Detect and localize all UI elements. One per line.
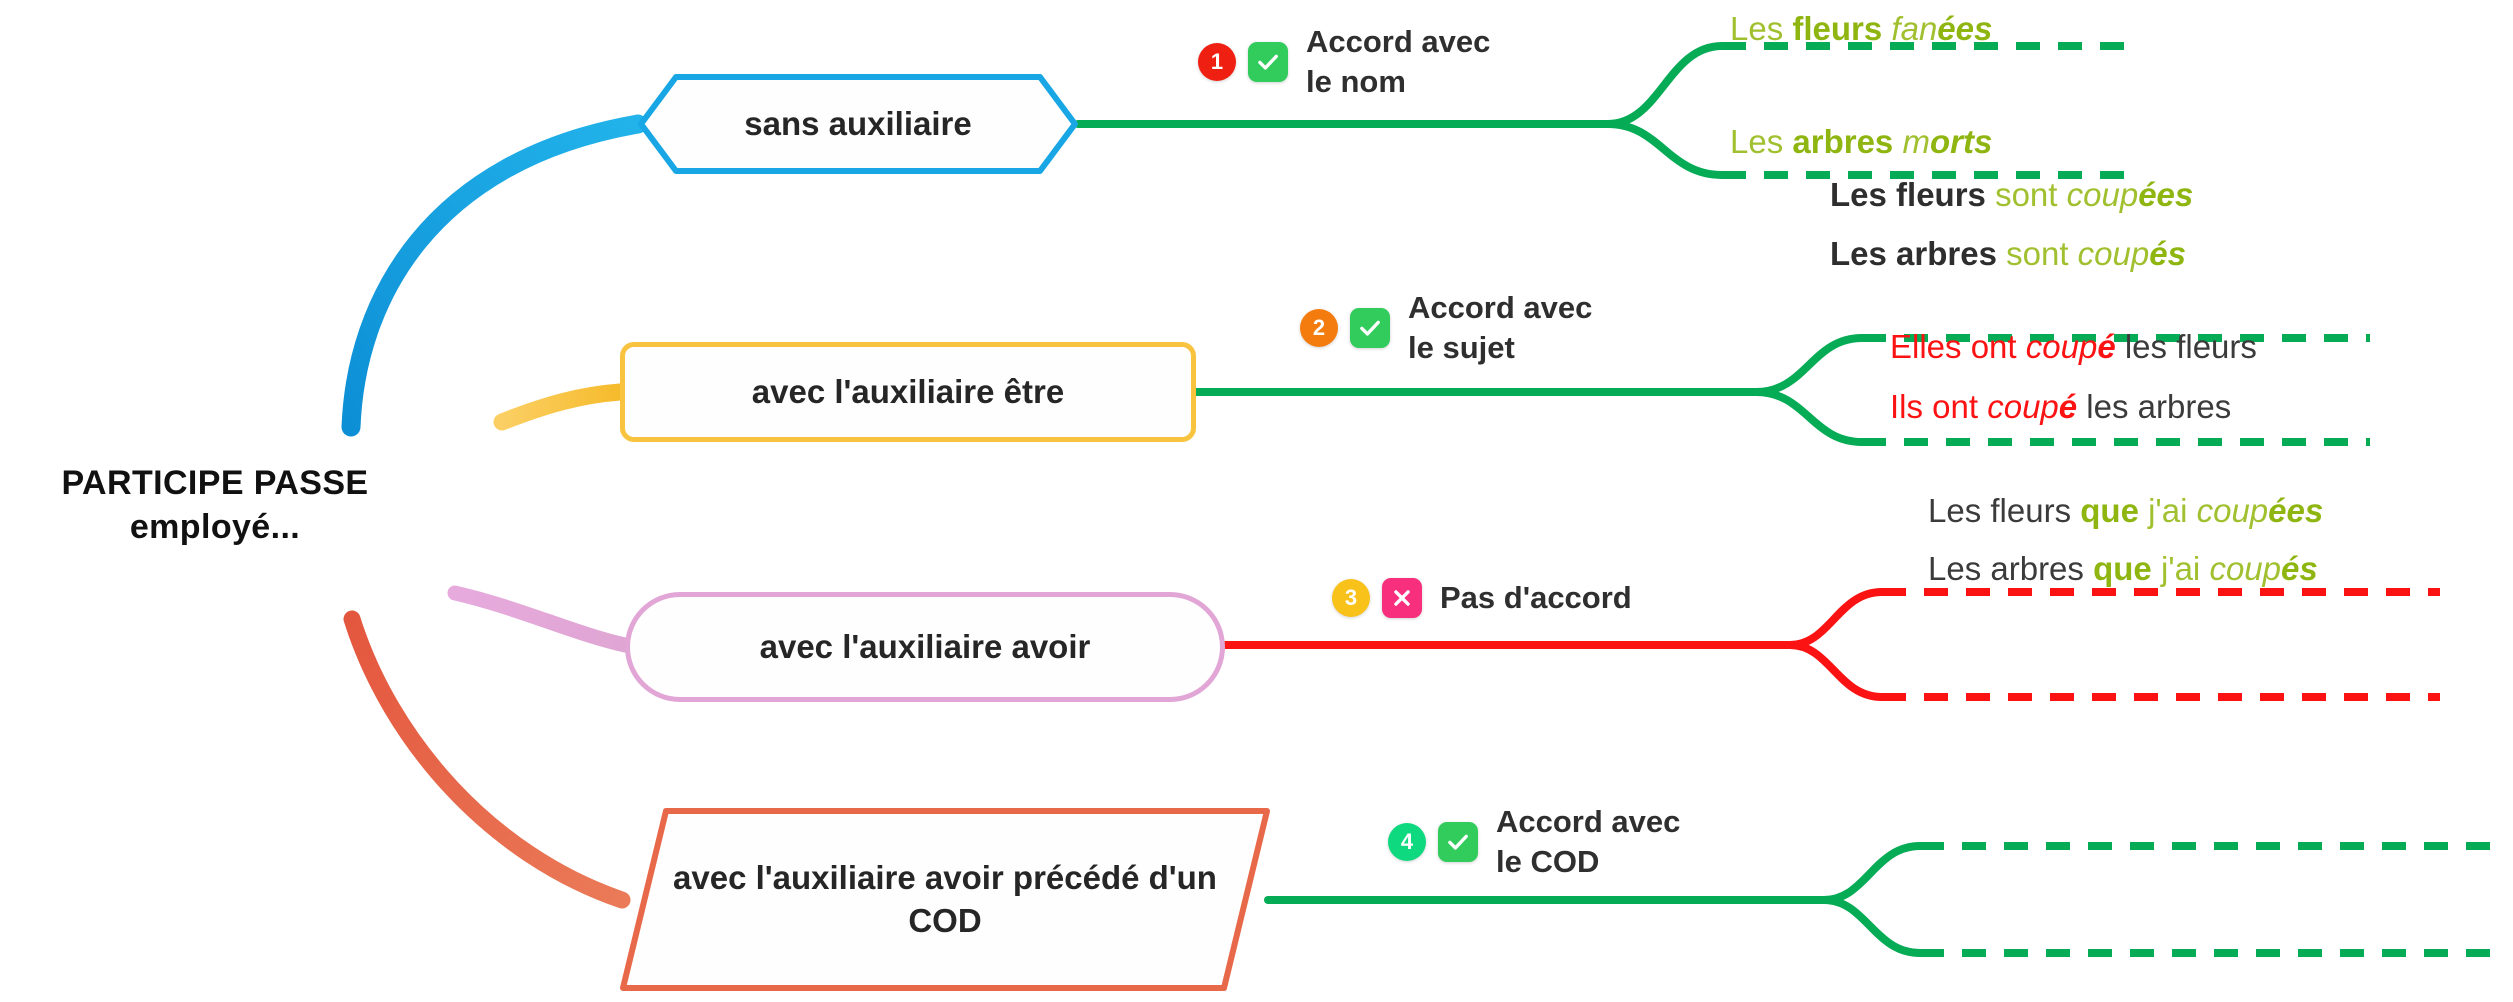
mindmap-canvas: PARTICIPE PASSE employé... sans auxiliai… — [0, 0, 2513, 1002]
example-fragment: é — [2097, 328, 2116, 365]
example-fragment: les fleurs — [2115, 328, 2257, 365]
branch-node-auxiliaire-avoir[interactable]: avec l'auxiliaire avoir — [625, 592, 1225, 702]
example-text: Elles ont coupé les fleurs — [1890, 330, 2257, 363]
example-text: Les arbres que j'ai coupés — [1928, 552, 2318, 585]
root-title-line2: employé... — [129, 507, 301, 546]
badge-number-1: 1 — [1198, 42, 1236, 81]
example-fragment: és — [2149, 235, 2186, 272]
example-fragment: j'ai — [2148, 492, 2197, 529]
rule-caption: Accord avec le COD — [1496, 804, 1681, 879]
badge-number-4: 4 — [1388, 822, 1426, 861]
branch-node-auxiliaire-avoir-cod[interactable]: avec l'auxiliaire avoir précédé d'un COD — [620, 808, 1270, 991]
example-fragment: coup — [2066, 176, 2139, 213]
branch-node-label: avec l'auxiliaire être — [751, 372, 1065, 410]
branch-node-label: sans auxiliaire — [744, 104, 972, 142]
example-fragment: fan — [1891, 10, 1938, 47]
example-fragment: coup — [1987, 388, 2059, 425]
example-fragment: é — [2058, 388, 2078, 425]
example-fragment: ées — [2138, 176, 2194, 213]
root-title-line1: PARTICIPE PASSE — [61, 464, 369, 502]
example-fragment: ées — [1937, 10, 1993, 47]
example-fragment: sont — [2006, 235, 2078, 272]
example-fragment: que — [2093, 550, 2161, 587]
example-text: Les fleurs sont coupées — [1830, 178, 2193, 211]
branch-node-label: avec l'auxiliaire avoir précédé d'un COD — [673, 858, 1217, 939]
example-text: Les fleurs fanées — [1730, 12, 1992, 45]
check-icon — [1438, 821, 1478, 862]
branch-node-auxiliaire-etre[interactable]: avec l'auxiliaire être — [620, 342, 1196, 442]
check-icon — [1248, 41, 1288, 82]
example-fragment: Les — [1730, 10, 1793, 47]
root-limb-branch2 — [493, 383, 629, 431]
rule-group-2: 2 Accord avec le sujet — [1300, 288, 1592, 367]
example-fragment: Les — [1730, 123, 1793, 160]
example-fragment: Ils ont — [1890, 388, 1988, 425]
example-fragment: coup — [2209, 550, 2281, 587]
example-fragment: j'ai — [2160, 550, 2210, 587]
example-fragment: fleurs — [1792, 10, 1892, 47]
root-limb-branch4 — [343, 610, 631, 909]
branch-node-sans-auxiliaire[interactable]: sans auxiliaire — [638, 74, 1078, 174]
example-fragment: que — [2080, 492, 2149, 529]
example-fragment: les arbres — [2077, 388, 2232, 425]
branch-node-label: avec l'auxiliaire avoir — [759, 627, 1091, 665]
root-limb-branch3 — [447, 585, 633, 653]
example-text: Les arbres sont coupés — [1830, 237, 2186, 270]
check-icon — [1350, 307, 1390, 348]
example-text: Les fleurs que j'ai coupées — [1928, 494, 2323, 527]
example-fragment: coup — [2077, 235, 2150, 272]
example-text: Les arbres morts — [1730, 125, 1992, 158]
example-fragment: coup — [2025, 328, 2098, 365]
example-fragment: Elles ont — [1890, 328, 2026, 365]
rule-group-3: 3 Pas d'accord — [1332, 578, 1632, 618]
example-fragment: m — [1902, 123, 1930, 160]
example-fragment: sont — [1995, 176, 2067, 213]
rule-caption: Accord avec le nom — [1306, 24, 1491, 99]
badge-number-3: 3 — [1332, 579, 1370, 617]
example-fragment: és — [2281, 550, 2318, 587]
rule-group-4: 4 Accord avec le COD — [1388, 802, 1680, 881]
example-fragment: arbres — [1792, 123, 1903, 160]
root-limb-branch1 — [341, 114, 648, 437]
rule-group-1: 1 Accord avec le nom — [1198, 22, 1490, 101]
example-fragment: Les arbres — [1928, 550, 2094, 587]
rule-caption: Pas d'accord — [1440, 580, 1632, 616]
example-text: Ils ont coupé les arbres — [1890, 390, 2231, 423]
example-fragment: Les fleurs — [1928, 492, 2081, 529]
example-fragment: ées — [2268, 492, 2324, 529]
root-title: PARTICIPE PASSE employé... — [0, 462, 430, 549]
cross-icon — [1382, 578, 1422, 618]
example-fragment: coup — [2196, 492, 2269, 529]
example-fragment: Les arbres — [1830, 235, 2007, 272]
badge-number-2: 2 — [1300, 308, 1338, 347]
rule-caption: Accord avec le sujet — [1408, 290, 1593, 365]
example-fragment: orts — [1929, 123, 1993, 160]
example-fragment: Les fleurs — [1830, 176, 1996, 213]
